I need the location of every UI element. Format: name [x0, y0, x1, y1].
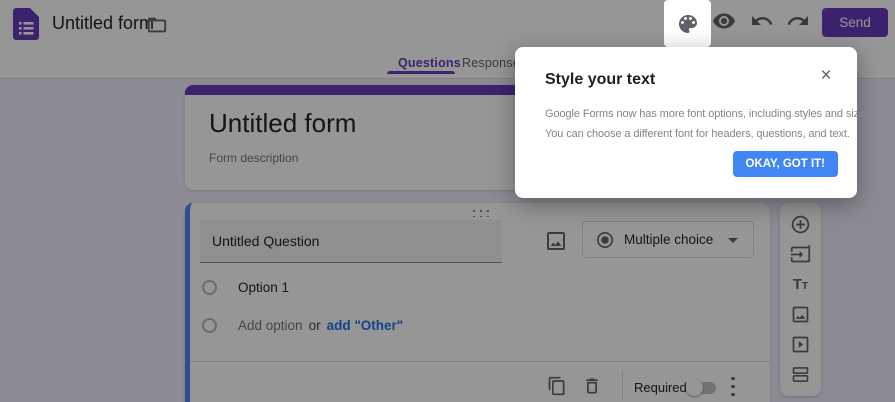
- dialog-body-line2: You can choose a different font for head…: [545, 124, 873, 144]
- dialog-body-line1: Google Forms now has more font options, …: [545, 104, 873, 124]
- okay-got-it-button[interactable]: OKAY, GOT IT!: [733, 151, 838, 177]
- dialog-body: Google Forms now has more font options, …: [545, 104, 873, 144]
- customize-theme-palette-icon[interactable]: [664, 0, 711, 47]
- dialog-title: Style your text: [545, 71, 655, 89]
- close-icon[interactable]: ×: [815, 65, 837, 87]
- google-forms-editor: Untitled form Send Questions Responses U…: [0, 0, 895, 402]
- style-your-text-dialog: Style your text × Google Forms now has m…: [515, 47, 857, 198]
